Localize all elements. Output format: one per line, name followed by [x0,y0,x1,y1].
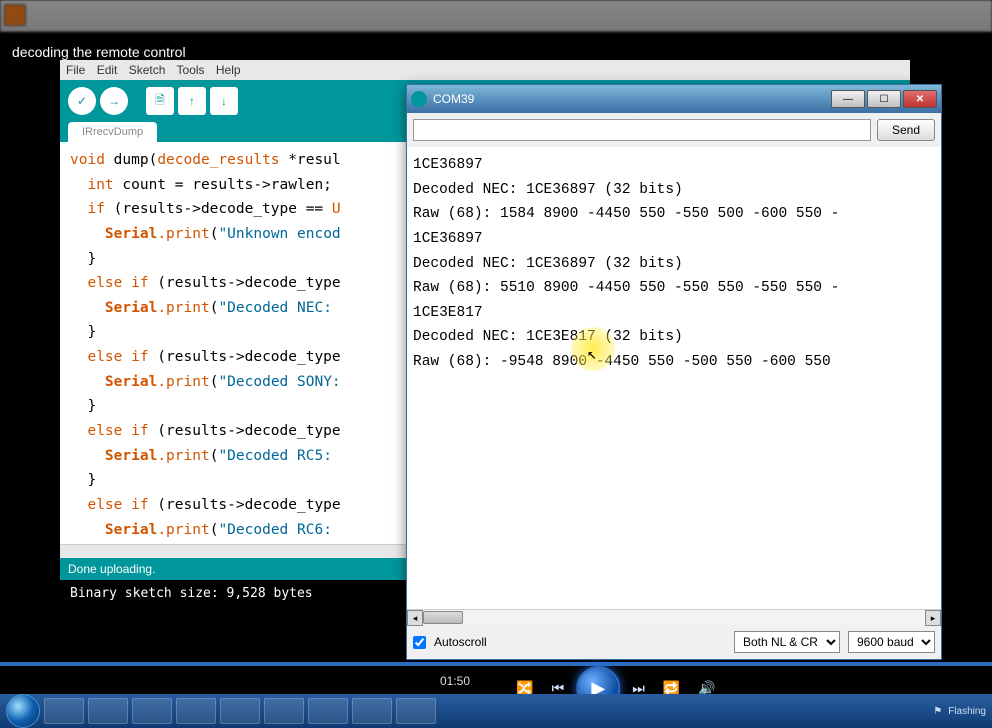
minimize-button[interactable]: — [831,90,865,108]
system-tray[interactable]: ⚑ Flashing [933,706,986,717]
scroll-right-arrow[interactable]: ▸ [925,610,941,626]
line-ending-select[interactable]: Both NL & CR [734,631,840,653]
sketch-tab[interactable]: IRrecvDump [68,122,157,142]
tray-label: Flashing [948,706,986,717]
serial-window-icon [411,91,427,107]
menu-tools[interactable]: Tools [177,63,205,77]
serial-bottom-bar: Autoscroll Both NL & CR 9600 baud [407,625,941,659]
serial-input-row: Send [407,113,941,147]
open-button[interactable]: ↑ [178,87,206,115]
scroll-left-arrow[interactable]: ◂ [407,610,423,626]
send-button[interactable]: Send [877,119,935,141]
scroll-track[interactable] [423,610,925,625]
serial-line: Decoded NEC: 1CE36897 (32 bits) [413,256,683,272]
save-button[interactable]: ↓ [210,87,238,115]
serial-line: 1CE36897 [413,231,483,247]
menu-sketch[interactable]: Sketch [129,63,166,77]
playback-progress[interactable] [0,662,992,666]
tray-item[interactable]: ⚑ [933,706,942,717]
menu-help[interactable]: Help [216,63,241,77]
serial-title: COM39 [433,92,829,106]
arduino-menu-bar: File Edit Sketch Tools Help [60,60,910,80]
task-item[interactable] [264,698,304,724]
upload-button[interactable]: → [100,87,128,115]
serial-input[interactable] [413,119,871,141]
menu-file[interactable]: File [66,63,85,77]
vlc-icon [4,4,26,26]
task-item[interactable] [308,698,348,724]
start-button[interactable] [6,694,40,728]
serial-output[interactable]: 1CE36897 Decoded NEC: 1CE36897 (32 bits)… [407,147,941,609]
task-item[interactable] [352,698,392,724]
baud-select[interactable]: 9600 baud [848,631,935,653]
task-item[interactable] [220,698,260,724]
autoscroll-label: Autoscroll [434,635,487,649]
task-item[interactable] [44,698,84,724]
new-button[interactable]: 🗎 [146,87,174,115]
task-item[interactable] [176,698,216,724]
video-title: decoding the remote control [12,44,186,60]
serial-line: Raw (68): -9548 8900 -4450 550 -500 550 … [413,354,839,370]
media-control-bar: 01:50 🔀 ⏮ ▶ ⏭ 🔁 🔊 [0,666,992,696]
serial-scrollbar[interactable]: ◂ ▸ [407,609,941,625]
verify-button[interactable]: ✓ [68,87,96,115]
background-app-toolbar [0,0,992,32]
maximize-button[interactable]: ☐ [867,90,901,108]
serial-line: Decoded NEC: 1CE3E817 (32 bits) [413,329,683,345]
serial-line: Raw (68): 5510 8900 -4450 550 -550 550 -… [413,280,839,296]
menu-edit[interactable]: Edit [97,63,118,77]
task-item[interactable] [132,698,172,724]
serial-line: Raw (68): 1584 8900 -4450 550 -550 500 -… [413,206,839,222]
scroll-thumb[interactable] [423,611,463,624]
playback-time: 01:50 [440,674,470,688]
serial-monitor-window: COM39 — ☐ ✕ Send 1CE36897 Decoded NEC: 1… [406,84,942,660]
serial-line: 1CE3E817 [413,305,483,321]
task-item[interactable] [396,698,436,724]
task-item[interactable] [88,698,128,724]
autoscroll-checkbox[interactable] [413,636,426,649]
windows-taskbar: ⚑ Flashing [0,694,992,728]
cursor-icon: ↖ [587,342,597,369]
close-button[interactable]: ✕ [903,90,937,108]
serial-line: Decoded NEC: 1CE36897 (32 bits) [413,182,683,198]
serial-titlebar[interactable]: COM39 — ☐ ✕ [407,85,941,113]
serial-line: 1CE36897 [413,157,483,173]
